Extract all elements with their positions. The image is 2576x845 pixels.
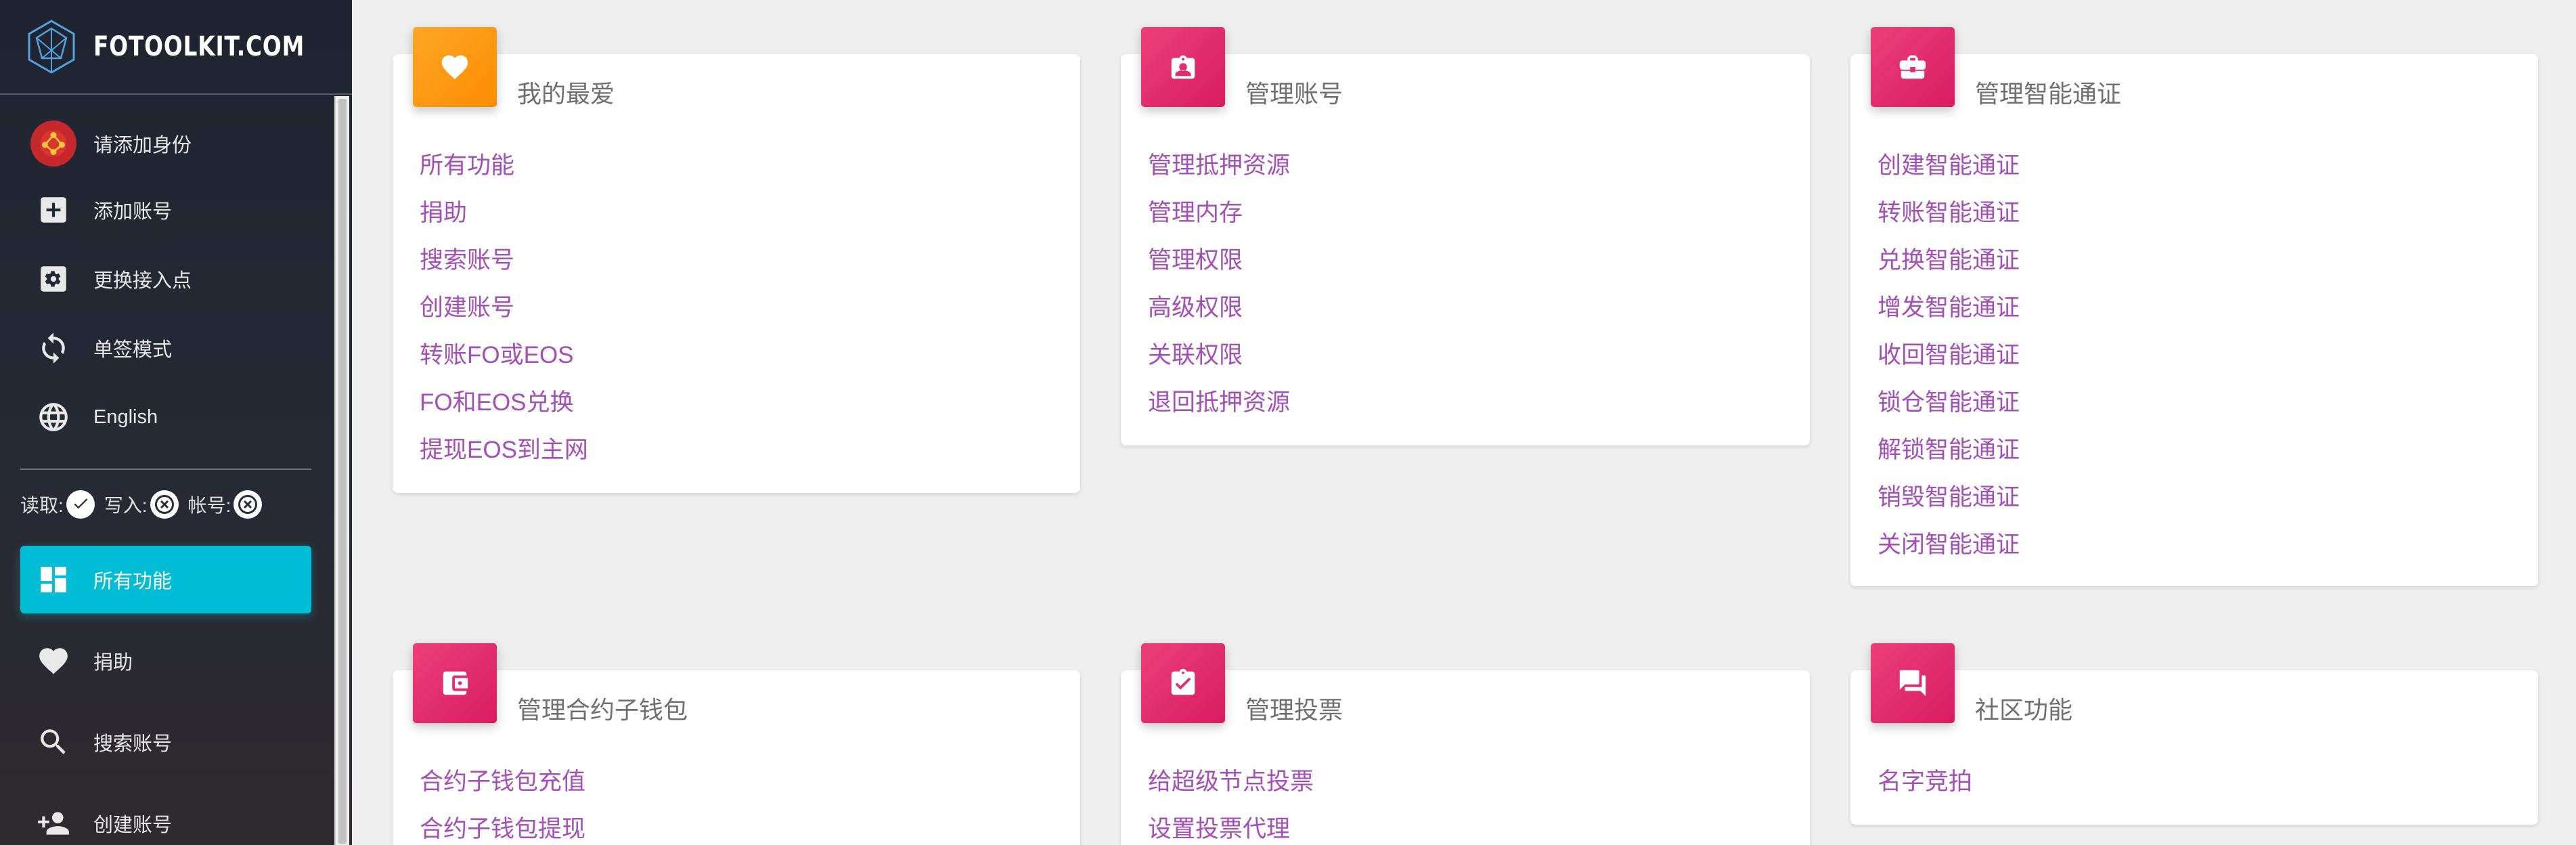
card-link-list: 所有功能 捐助 搜索账号 创建账号 转账FO或EOS FO和EOS兑换 提现EO… (420, 142, 588, 474)
card-link[interactable]: 合约子钱包提现 (420, 806, 585, 845)
read-label: 读取: (20, 495, 64, 516)
sync-icon (20, 331, 87, 365)
card-title: 管理账号 (1245, 80, 1343, 108)
scrollbar-thumb[interactable] (338, 99, 347, 844)
brand-header[interactable]: FOTOOLKIT.COM (0, 0, 352, 95)
card-link[interactable]: 合约子钱包充值 (420, 758, 585, 806)
sidebar-item-label: 更换接入点 (93, 270, 192, 292)
card-community: 社区功能 名字竞拍 (1850, 643, 2538, 825)
heart-icon (20, 644, 87, 678)
card-link[interactable]: 退回抵押资源 (1148, 379, 1290, 427)
card-title: 管理投票 (1245, 696, 1343, 724)
sidebar-item-all-features[interactable]: 所有功能 (20, 546, 311, 613)
sidebar-item-label: 单签模式 (93, 339, 173, 361)
card-title: 我的最爱 (517, 80, 615, 108)
card-link[interactable]: 提现EOS到主网 (420, 427, 588, 474)
brand-name: FOTOOLKIT.COM (93, 31, 305, 62)
add-box-icon (20, 193, 87, 227)
card-link[interactable]: 给超级节点投票 (1148, 758, 1314, 806)
card-title: 管理智能通证 (1975, 80, 2122, 108)
account-badge-icon (1141, 27, 1225, 107)
sidebar-item-search-account[interactable]: 搜索账号 (20, 708, 311, 776)
sidebar-item-label: 所有功能 (93, 571, 173, 592)
card-favorites: 我的最爱 所有功能 捐助 搜索账号 创建账号 转账FO或EOS FO和EOS兑换… (393, 27, 1080, 493)
card-link[interactable]: 管理权限 (1148, 237, 1290, 284)
sidebar-item-language[interactable]: English (20, 383, 311, 451)
card-link[interactable]: 锁仓智能通证 (1878, 379, 2020, 427)
sidebar-divider (20, 469, 311, 470)
card-manage-smart-token: 管理智能通证 创建智能通证 转账智能通证 兑换智能通证 增发智能通证 收回智能通… (1850, 27, 2538, 586)
card-manage-voting: 管理投票 给超级节点投票 设置投票代理 (1121, 643, 1810, 845)
sidebar-item-label: 添加账号 (93, 201, 173, 223)
sidebar-item-label: 搜索账号 (93, 733, 173, 755)
card-link[interactable]: 解锁智能通证 (1878, 427, 2020, 474)
card-link[interactable]: 高级权限 (1148, 284, 1290, 332)
clipboard-check-icon (1141, 643, 1225, 723)
card-link-list: 合约子钱包充值 合约子钱包提现 (420, 758, 585, 845)
card-link[interactable]: 关闭智能通证 (1878, 521, 2020, 569)
card-link[interactable]: FO和EOS兑换 (420, 379, 588, 427)
sidebar-item-change-endpoint[interactable]: 更换接入点 (20, 245, 311, 313)
forum-icon (1871, 643, 1955, 723)
card-manage-contract-wallet: 管理合约子钱包 合约子钱包充值 合约子钱包提现 (393, 643, 1080, 845)
person-add-icon (20, 806, 87, 840)
card-link[interactable]: 设置投票代理 (1148, 806, 1314, 845)
search-icon (20, 725, 87, 759)
globe-icon (20, 400, 87, 434)
card-link[interactable]: 创建智能通证 (1878, 142, 2020, 190)
heart-icon (413, 27, 497, 107)
briefcase-icon (1871, 27, 1955, 107)
card-link[interactable]: 收回智能通证 (1878, 332, 2020, 379)
fotoolkit-logo-icon (28, 20, 75, 74)
permission-status: 读取: 写入: 帐号: (20, 488, 271, 521)
card-link-list: 管理抵押资源 管理内存 管理权限 高级权限 关联权限 退回抵押资源 (1148, 142, 1290, 427)
card-title: 管理合约子钱包 (517, 696, 688, 724)
dashboard-icon (20, 563, 87, 597)
card-link[interactable]: 搜索账号 (420, 237, 588, 284)
card-link[interactable]: 关联权限 (1148, 332, 1290, 379)
card-link[interactable]: 转账智能通证 (1878, 190, 2020, 237)
sidebar-item-single-sign-mode[interactable]: 单签模式 (20, 314, 311, 382)
card-link[interactable]: 所有功能 (420, 142, 588, 190)
wallet-icon (413, 643, 497, 723)
card-link[interactable]: 转账FO或EOS (420, 332, 588, 379)
cancel-circle-icon (234, 490, 263, 519)
card-link-list: 给超级节点投票 设置投票代理 (1148, 758, 1314, 845)
sidebar-item-add-identity[interactable]: 请添加身份 (20, 110, 311, 177)
card-link[interactable]: 捐助 (420, 190, 588, 237)
write-label: 写入: (104, 495, 148, 516)
sidebar-item-label: 捐助 (93, 652, 133, 674)
card-link-list: 名字竞拍 (1878, 758, 1972, 806)
identity-avatar-icon (30, 121, 76, 167)
sidebar-item-label: 请添加身份 (93, 135, 192, 156)
card-link[interactable]: 管理抵押资源 (1148, 142, 1290, 190)
card-manage-account: 管理账号 管理抵押资源 管理内存 管理权限 高级权限 关联权限 退回抵押资源 (1121, 27, 1810, 446)
card-link[interactable]: 增发智能通证 (1878, 284, 2020, 332)
account-label: 帐号: (187, 495, 231, 516)
sidebar-item-label: English (93, 406, 158, 428)
sidebar-item-donate[interactable]: 捐助 (20, 627, 311, 695)
card-link-list: 创建智能通证 转账智能通证 兑换智能通证 增发智能通证 收回智能通证 锁仓智能通… (1878, 142, 2020, 569)
card-link[interactable]: 兑换智能通证 (1878, 237, 2020, 284)
card-link[interactable]: 销毁智能通证 (1878, 474, 2020, 521)
sidebar-item-create-account[interactable]: 创建账号 (20, 789, 311, 845)
settings-icon (20, 262, 87, 296)
sidebar-scrollbar[interactable] (334, 96, 349, 845)
sidebar-item-label: 创建账号 (93, 815, 173, 836)
sidebar-item-add-account[interactable]: 添加账号 (20, 176, 311, 244)
cancel-circle-icon (150, 490, 179, 519)
card-title: 社区功能 (1975, 696, 2073, 724)
card-link[interactable]: 管理内存 (1148, 190, 1290, 237)
card-link[interactable]: 名字竞拍 (1878, 758, 1972, 806)
check-circle-icon (66, 490, 95, 519)
card-link[interactable]: 创建账号 (420, 284, 588, 332)
sidebar: FOTOOLKIT.COM 请添加身份 添加账号 更换接入点 单签模式 Engl… (0, 0, 352, 845)
